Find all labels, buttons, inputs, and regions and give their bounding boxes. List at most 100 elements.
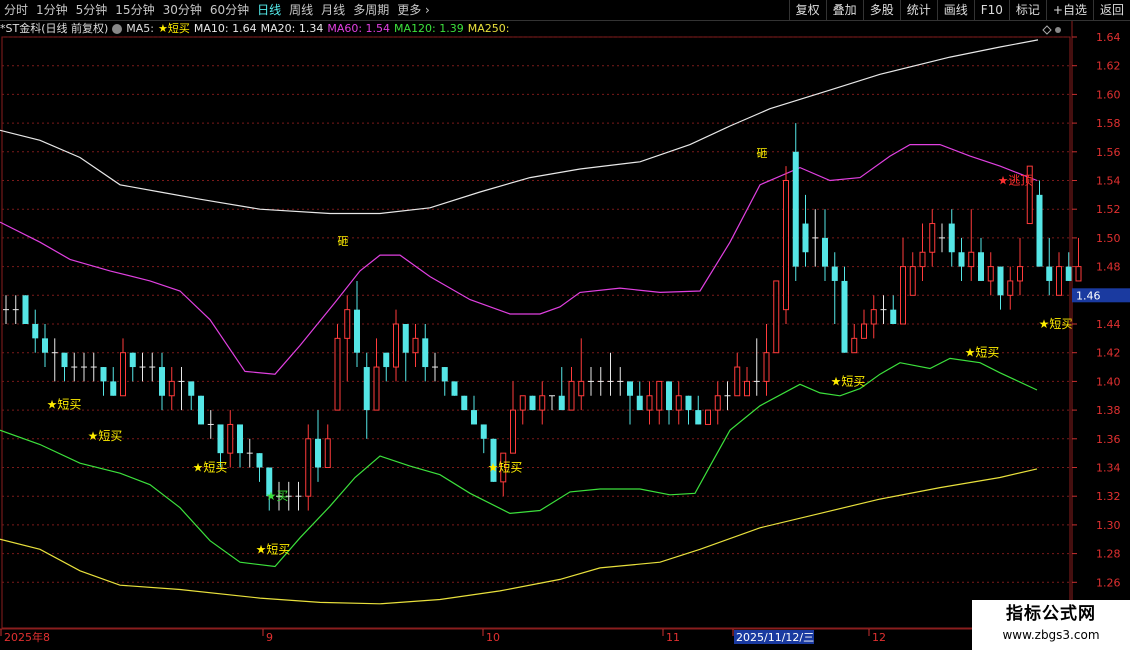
price-label: 1.52 <box>1096 203 1121 216</box>
price-label: 1.54 <box>1096 175 1121 188</box>
candle <box>549 395 555 411</box>
candle <box>597 367 604 396</box>
candle-body <box>1046 266 1053 281</box>
candle-body <box>324 438 331 468</box>
candle <box>831 252 838 324</box>
short-buy-signal: ★短买 <box>831 374 866 388</box>
candle-body <box>997 266 1004 296</box>
candle-body <box>919 251 926 268</box>
candle-body <box>948 223 955 253</box>
candle <box>159 352 165 411</box>
candle <box>129 352 136 382</box>
candle <box>646 381 653 425</box>
candle <box>968 209 975 281</box>
short-buy-signal: ★短买 <box>47 397 82 411</box>
candle-body <box>529 395 536 411</box>
dot-icon <box>1055 27 1061 33</box>
candle-body <box>822 237 828 267</box>
candle <box>334 324 341 411</box>
candle <box>412 324 419 368</box>
candle <box>12 295 19 324</box>
candle-body <box>929 223 936 253</box>
candle <box>246 438 253 468</box>
candle <box>890 295 897 324</box>
candle <box>81 352 87 382</box>
ma-line-magenta <box>0 144 1038 375</box>
price-label: 1.56 <box>1096 146 1121 159</box>
candle-body <box>714 395 721 411</box>
candle-body <box>188 381 195 396</box>
price-label: 1.40 <box>1096 375 1121 388</box>
candle-body <box>851 337 858 354</box>
candle-body <box>461 395 468 411</box>
date-label: 2025/11/12/三 <box>736 631 814 644</box>
kline-chart[interactable]: ★短买★短买★短买★短买★短买★短买★短买★短买★买★逃顶砸砸 1.641.62… <box>0 0 1130 650</box>
candle-body <box>510 409 516 454</box>
price-label: 1.38 <box>1096 404 1121 417</box>
candle <box>900 237 906 325</box>
candle <box>90 352 97 382</box>
smash-mark: 砸 <box>338 235 349 248</box>
candle-body <box>685 395 692 411</box>
candle <box>812 209 819 267</box>
candle <box>685 395 692 425</box>
candle-body <box>646 395 653 411</box>
candle-body <box>695 410 702 425</box>
candle-body <box>110 381 117 396</box>
candle-body <box>227 423 234 454</box>
short-buy-signal: ★短买 <box>1039 317 1074 331</box>
candle-body <box>1007 280 1014 296</box>
candle-body <box>763 352 770 382</box>
candle <box>32 309 39 353</box>
candle <box>939 223 945 253</box>
candle <box>42 324 48 368</box>
candle-body <box>841 280 848 353</box>
candle <box>441 367 448 396</box>
candle <box>724 381 731 411</box>
ma-lines <box>0 39 1039 605</box>
candle <box>909 252 916 296</box>
candle-body <box>237 424 243 454</box>
candle-body <box>968 251 975 268</box>
price-label: 1.26 <box>1096 576 1121 589</box>
candle-body <box>1036 194 1043 267</box>
date-axis: 2025年8 9 10 11 2025/11/12/三 12 <box>0 628 1072 644</box>
candle <box>578 338 585 411</box>
candle <box>617 367 624 396</box>
candle <box>1036 180 1043 267</box>
price-label: 1.32 <box>1096 490 1121 503</box>
candle <box>402 324 409 382</box>
candle <box>120 338 126 397</box>
candle <box>1056 252 1062 296</box>
candle-body <box>32 324 39 339</box>
candle-body <box>627 381 633 396</box>
candle <box>568 367 575 411</box>
candle <box>948 209 955 267</box>
candle-body <box>734 366 741 397</box>
candle <box>344 295 351 382</box>
candle <box>149 352 156 382</box>
candle <box>71 352 78 382</box>
candle <box>539 381 546 425</box>
candle <box>168 367 175 411</box>
candle <box>880 295 887 324</box>
candle-body <box>666 381 672 411</box>
candles <box>3 123 1082 511</box>
signal-labels: ★短买★短买★短买★短买★短买★短买★短买★短买★买★逃顶砸砸 <box>47 147 1074 556</box>
candle <box>870 295 877 339</box>
candle <box>656 380 663 425</box>
candle <box>919 223 926 281</box>
price-label: 1.60 <box>1096 88 1121 101</box>
price-label: 1.58 <box>1096 117 1121 130</box>
candle-body <box>451 381 458 396</box>
price-label: 1.50 <box>1096 232 1121 245</box>
candle-body <box>978 252 984 281</box>
candle <box>607 352 614 396</box>
candle-body <box>539 395 546 411</box>
candle <box>1007 266 1014 310</box>
candle <box>256 453 263 482</box>
candle-body <box>744 380 750 397</box>
price-label: 1.44 <box>1096 318 1121 331</box>
candle-body <box>334 337 341 411</box>
candle-body <box>344 309 351 339</box>
